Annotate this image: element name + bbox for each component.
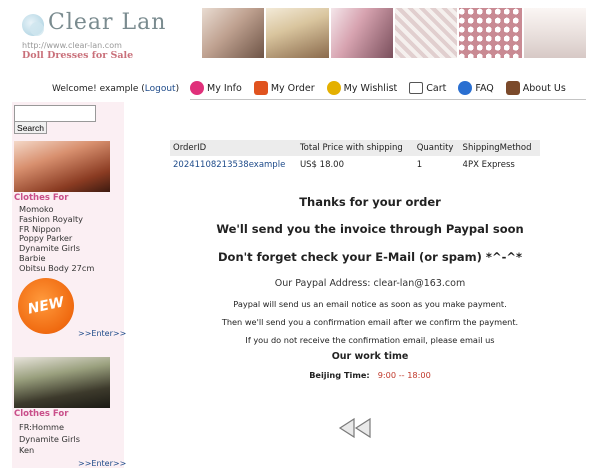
logo-text[interactable]: Clear Lan <box>48 10 166 35</box>
back-arrow-icon[interactable] <box>338 417 374 439</box>
column-header: ShippingMethod <box>459 140 540 156</box>
nav-label: My Wishlist <box>343 82 398 94</box>
column-header: Quantity <box>413 140 460 156</box>
nav-my-wishlist[interactable]: My Wishlist <box>326 78 398 98</box>
category-list: FR:Homme Dynamite Girls Ken <box>19 422 80 457</box>
order-icon <box>253 81 268 95</box>
invoice-heading: We'll send you the invoice through Paypa… <box>216 222 524 236</box>
nav-my-info[interactable]: My Info <box>190 78 242 98</box>
list-item[interactable]: Ken <box>19 445 80 457</box>
nav-faq[interactable]: FAQ <box>458 78 494 98</box>
nav-label: About Us <box>522 82 566 94</box>
main-nav: My Info My Order My Wishlist Cart FAQ Ab… <box>190 78 586 98</box>
doll-photo-girl[interactable] <box>14 141 110 192</box>
thanks-heading: Thanks for your order <box>299 195 441 209</box>
nav-label: My Order <box>270 82 315 94</box>
logout-link[interactable]: Logout <box>145 84 176 94</box>
category-list: Momoko Fashion Royalty FR Nippon Poppy P… <box>19 204 94 274</box>
doll-photo-boy[interactable] <box>14 357 110 408</box>
beijing-time: Beijing Time: 9:00 -- 18:00 <box>140 370 600 380</box>
list-item[interactable]: Obitsu Body 27cm <box>19 263 94 274</box>
order-price: US$ 18.00 <box>299 160 344 170</box>
check-email-heading: Don't forget check your E-Mail (or spam)… <box>218 250 522 264</box>
wishlist-icon <box>326 81 341 95</box>
header-banner <box>202 8 586 58</box>
logo-bubble-icon <box>30 22 44 36</box>
category-title: Clothes For <box>14 409 69 419</box>
banner-photo-sewing <box>202 8 265 58</box>
nav-label: FAQ <box>475 82 494 94</box>
beijing-time-label: Beijing Time: <box>309 370 370 380</box>
table-header-row: OrderID Total Price with shipping Quanti… <box>170 140 540 156</box>
order-quantity: 1 <box>416 160 423 170</box>
list-item[interactable]: Dynamite Girls <box>19 434 80 446</box>
welcome-text: Welcome! example (Logout) <box>52 84 179 94</box>
column-header: Total Price with shipping <box>296 140 414 156</box>
cart-icon <box>409 82 424 94</box>
banner-photo-fabric <box>459 8 522 58</box>
nav-my-order[interactable]: My Order <box>253 78 315 98</box>
order-id-link[interactable]: 20241108213538example <box>170 156 297 174</box>
table-row: 20241108213538example US$ 18.00 1 4PX Ex… <box>170 156 540 174</box>
beijing-time-hours: 9:00 -- 18:00 <box>377 370 431 380</box>
nav-label: My Info <box>207 82 242 94</box>
info-icon <box>190 81 204 95</box>
banner-photo-doll <box>266 8 329 58</box>
logo-tagline: Doll Dresses for Sale <box>22 50 134 61</box>
nav-divider <box>190 99 586 100</box>
search-button[interactable]: Search <box>14 121 47 134</box>
faq-icon <box>458 81 473 95</box>
category-title: Clothes For <box>14 193 69 203</box>
new-badge-label: NEW <box>26 294 66 318</box>
enter-link[interactable]: >>Enter>> <box>78 459 126 468</box>
paypal-address: Our Paypal Address: clear-lan@163.com <box>274 278 466 289</box>
payment-notice: Paypal will send us an email notice as s… <box>233 299 507 309</box>
list-item[interactable]: FR:Homme <box>19 422 80 434</box>
banner-photo-ribbon <box>523 8 586 58</box>
house-icon <box>505 81 520 95</box>
work-time-heading: Our work time <box>331 351 409 362</box>
enter-link[interactable]: >>Enter>> <box>78 329 126 338</box>
logo-url: http://www.clear-lan.com <box>22 41 122 50</box>
order-table: OrderID Total Price with shipping Quanti… <box>170 140 540 174</box>
order-shipping-method: 4PX Express <box>462 160 515 170</box>
nav-about-us[interactable]: About Us <box>505 78 566 98</box>
welcome-prefix: Welcome! example ( <box>52 84 145 94</box>
welcome-suffix: ) <box>175 84 180 94</box>
confirmation-notice: Then we'll send you a confirmation email… <box>221 317 519 327</box>
banner-photo-lace <box>394 8 458 58</box>
search-input[interactable] <box>14 105 96 122</box>
nav-cart[interactable]: Cart <box>409 78 446 98</box>
column-header: OrderID <box>170 140 297 156</box>
email-notice: If you do not receive the confirmation e… <box>245 335 495 345</box>
nav-label: Cart <box>426 82 447 94</box>
banner-photo-threads <box>330 8 393 58</box>
